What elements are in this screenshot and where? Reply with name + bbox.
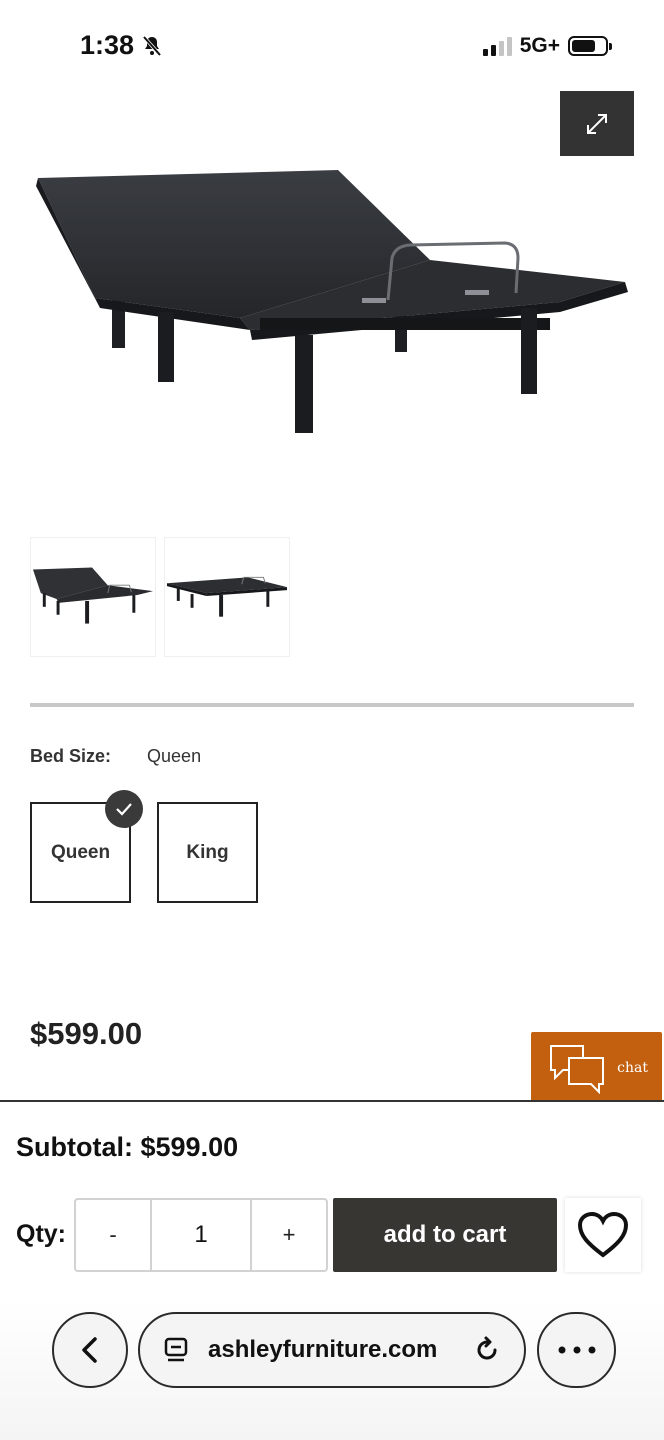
qty-label: Qty: — [16, 1220, 66, 1248]
section-divider — [30, 703, 634, 707]
size-selected-value: Queen — [147, 746, 202, 766]
qty-input[interactable]: 1 — [150, 1200, 252, 1270]
bell-slash-icon — [142, 35, 162, 56]
chat-bubbles-icon — [550, 1045, 604, 1094]
thumbnail-flat[interactable] — [164, 537, 290, 657]
heart-icon — [577, 1211, 629, 1258]
network-type: 5G+ — [519, 34, 560, 57]
tab-icon — [164, 1337, 188, 1362]
subtotal: Subtotal: $599.00 — [16, 1132, 238, 1163]
thumbnail-gallery — [30, 537, 290, 657]
browser-toolbar: ashleyfurniture.com — [0, 1300, 664, 1440]
check-icon — [105, 790, 143, 828]
status-bar: 1:38 5G+ — [0, 0, 664, 90]
chat-button[interactable]: chat — [531, 1032, 662, 1104]
size-option-label: Queen — [50, 841, 111, 863]
back-button[interactable] — [52, 1312, 128, 1388]
chat-label: chat — [617, 1060, 648, 1076]
qty-decrease-button[interactable]: - — [76, 1200, 150, 1270]
size-option-king[interactable]: King — [157, 802, 258, 903]
size-label: Bed Size: — [30, 746, 112, 766]
product-price: $599.00 — [30, 1016, 143, 1051]
reload-icon[interactable] — [472, 1335, 502, 1365]
quantity-stepper: - 1 + — [74, 1198, 328, 1272]
address-bar[interactable]: ashleyfurniture.com — [138, 1312, 526, 1388]
subtotal-value: $599.00 — [140, 1132, 239, 1162]
url-text: ashleyfurniture.com — [208, 1336, 438, 1363]
qty-increase-button[interactable]: + — [252, 1200, 326, 1270]
status-indicators: 5G+ — [482, 34, 612, 58]
size-option-queen[interactable]: Queen — [30, 790, 143, 903]
size-option-label: King — [186, 841, 229, 863]
thumbnail-raised[interactable] — [30, 537, 156, 657]
status-time: 1:38 — [80, 30, 164, 61]
size-selector-header: Bed Size: Queen — [30, 746, 201, 767]
signal-icon — [482, 36, 512, 56]
subtotal-label: Subtotal: — [16, 1132, 133, 1162]
expand-image-button[interactable] — [560, 91, 634, 156]
battery-icon — [568, 36, 612, 56]
time-text: 1:38 — [80, 30, 135, 60]
size-options: Queen King — [30, 790, 258, 903]
expand-icon — [587, 113, 607, 134]
more-options-button[interactable] — [537, 1312, 616, 1388]
add-to-cart-button[interactable]: add to cart — [333, 1198, 557, 1272]
more-dots-icon — [558, 1346, 595, 1354]
wishlist-button[interactable] — [565, 1198, 641, 1272]
chevron-left-icon — [82, 1337, 97, 1363]
